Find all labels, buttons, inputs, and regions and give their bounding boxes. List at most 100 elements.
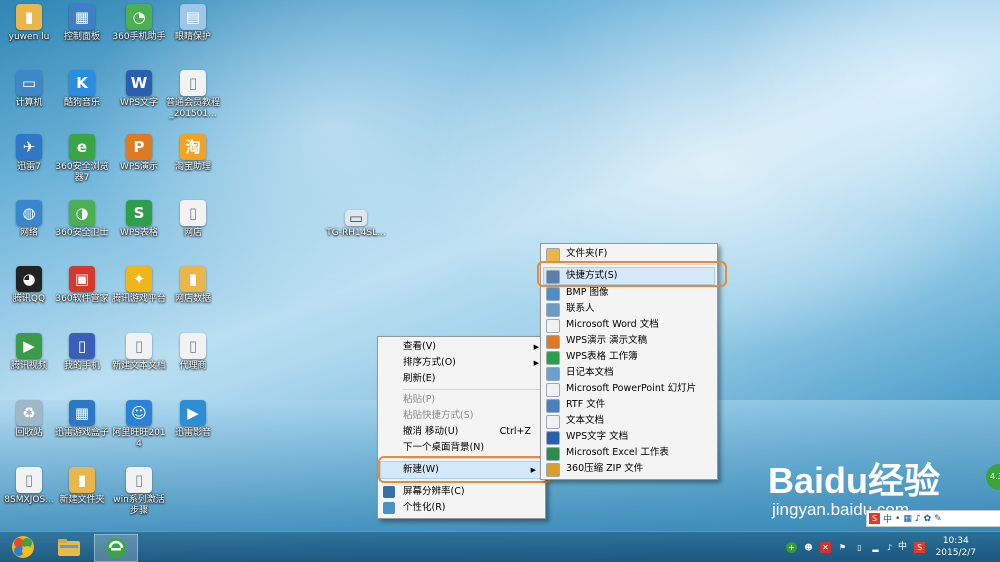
keyboard-icon[interactable]: ▦ [903,514,912,524]
desktop-icon-label: 腾讯视频 [10,361,47,371]
new-menu-item[interactable]: Microsoft Word 文档 [541,317,717,333]
desktop-icon[interactable]: ▶ 迅雷影音 [164,400,222,439]
desktop-icon[interactable]: ♻ 回收站 [0,400,58,439]
desktop-icon[interactable]: ◕ 腾讯QQ [0,266,58,305]
text-document-icon [546,415,560,429]
desktop-icon[interactable]: e 360安全浏览器7 [53,134,111,184]
taskbar-clock[interactable]: 10:34 2015/2/7 [936,535,976,559]
desktop-icon[interactable]: W WPS文字 [110,70,168,109]
desktop-icon[interactable]: ▣ 360软件管家 [53,266,111,305]
360-tray-icon[interactable]: + [786,542,797,553]
menu-item-label: 排序方式(O) [403,357,456,368]
desktop-icon[interactable]: ▦ 控制面板 [53,4,111,43]
desktop-icon[interactable]: ▮ 新建文件夹 [53,467,111,506]
desktop-icon[interactable]: P WPS演示 [110,134,168,173]
360-browser-icon: e [69,134,95,160]
desktop-icon[interactable]: ▦ 迅雷游戏盒子 [53,400,111,439]
new-menu-item[interactable]: WPS表格 工作簿 [541,349,717,365]
document-icon: ▯ [180,333,206,359]
new-menu-item[interactable]: WPS演示 演示文稿 [541,333,717,349]
text-document-icon: ▯ [126,333,152,359]
new-menu-item[interactable]: Microsoft Excel 工作表 [541,445,717,461]
wps-writer-icon: W [126,70,152,96]
menu-item-label: 文件夹(F) [566,248,608,259]
desktop-icon-label: 360软件管家 [55,294,109,304]
new-menu-item[interactable]: BMP 图像 [541,285,717,301]
start-button[interactable] [2,534,44,560]
desktop-icon[interactable]: ▶ 腾讯视频 [0,333,58,372]
desktop-icon[interactable]: ▯ win系列激活步骤 [110,467,168,517]
desktop-icon[interactable]: ▯ 普通会员教程_201501... [164,70,222,120]
desktop-icon[interactable]: ▤ 眼睛保护 [164,4,222,43]
tools-icon[interactable]: ✎ [934,514,942,524]
ime-indicator[interactable]: 中 [897,542,908,553]
voice-icon[interactable]: ♪ [915,514,921,524]
skin-icon[interactable]: ✿ [924,514,932,524]
new-menu-item[interactable]: 快捷方式(S) [543,267,715,285]
network-signal-icon[interactable]: ▂ [870,542,881,553]
desktop-icon[interactable]: ✦ 腾讯游戏平台 [110,266,168,305]
desktop-icon[interactable]: ☺ 阿里旺旺2014 [110,400,168,450]
new-menu-item[interactable]: 联系人 [541,301,717,317]
taskbar-360-browser[interactable] [94,534,138,562]
user-tray-icon[interactable]: ☻ [803,542,814,553]
rtf-icon [546,399,560,413]
desktop-icon-label: 迅雷7 [17,162,41,172]
menu-item-paste[interactable]: 粘贴(P) [378,392,545,408]
ime-toolbar[interactable]: S 中 • ▦ ♪ ✿ ✎ [866,510,1000,527]
desktop-icon[interactable]: ▯ 代理商 [164,333,222,372]
new-menu-item[interactable]: 文件夹(F) [541,246,717,262]
desktop-icon[interactable]: ▯ 新建文本文档 [110,333,168,372]
menu-item-sort-by[interactable]: 排序方式(O) ▶ [378,355,545,371]
desktop-icon-label: 普通会员教程_201501... [165,98,220,119]
new-menu-item[interactable]: 文本文档 [541,413,717,429]
volume-icon[interactable]: ♪ [884,542,895,553]
desktop-icon[interactable]: ▮ 网店数据 [164,266,222,305]
flag-tray-icon[interactable]: ✕ [820,542,831,553]
ime-mode-label[interactable]: 中 [883,512,892,525]
desktop-icon[interactable]: 淘淘宝助理 [164,134,222,173]
360-security-icon: ◑ [69,200,95,226]
desktop-icon[interactable]: K 酷狗音乐 [53,70,111,109]
punctuation-icon[interactable]: • [895,514,900,524]
desktop-icon[interactable]: S WPS表格 [110,200,168,239]
menu-item-personalize[interactable]: 个性化(R) [378,500,545,516]
new-menu-item[interactable]: RTF 文件 [541,397,717,413]
desktop-icon[interactable]: ▮ yuwen lu [0,4,58,43]
menu-item-next-background[interactable]: 下一个桌面背景(N) [378,440,545,456]
desktop-icon[interactable]: ▯ 网店 [164,200,222,239]
computer-icon: ▭ [16,70,42,96]
menu-item-label: Microsoft PowerPoint 幻灯片 [566,383,697,394]
sogou-tray-icon[interactable]: S [914,542,925,553]
desktop-icon[interactable]: ▭ 计算机 [0,70,58,109]
menu-item-new[interactable]: 新建(W) ▶ [380,461,543,479]
battery-icon[interactable]: ▯ [854,542,865,553]
personalize-icon [383,502,395,514]
menu-item-screen-resolution[interactable]: 屏幕分辨率(C) [378,484,545,500]
new-menu-item[interactable]: 360压缩 ZIP 文件 [541,461,717,477]
menu-item-view[interactable]: 查看(V) ▶ [378,339,545,355]
desktop-icon[interactable]: ▯ 8SMXJOS... [0,467,58,506]
desktop-icon[interactable]: ▯ 我的手机 [53,333,111,372]
desktop-icon[interactable]: ✈ 迅雷7 [0,134,58,173]
desktop-icon-printer-shortcut[interactable]: ▭ TG-RH14SL... [326,210,386,239]
new-menu-item[interactable]: Microsoft PowerPoint 幻灯片 [541,381,717,397]
desktop-icon[interactable]: ◑ 360安全卫士 [53,200,111,239]
desktop-icon-label: 360安全卫士 [55,228,109,238]
display-icon [383,486,395,498]
360-software-manager-icon: ▣ [69,266,95,292]
new-menu-item[interactable]: WPS文字 文档 [541,429,717,445]
menu-item-label: Microsoft Word 文档 [566,319,659,330]
new-menu-item[interactable]: 日记本文档 [541,365,717,381]
folder-icon: ▮ [69,467,95,493]
action-center-icon[interactable]: ⚑ [837,542,848,553]
desktop-icon[interactable]: ◍ 网络 [0,200,58,239]
desktop-icon[interactable]: ◔ 360手机助手 [110,4,168,43]
taskbar-file-explorer[interactable] [48,534,90,560]
desktop-icon-label: 迅雷游戏盒子 [54,428,109,438]
desktop-icon-label: 眼睛保护 [174,32,211,42]
menu-item-refresh[interactable]: 刷新(E) [378,371,545,387]
menu-item-paste-shortcut[interactable]: 粘贴快捷方式(S) [378,408,545,424]
menu-item-undo-move[interactable]: 撤消 移动(U) Ctrl+Z [378,424,545,440]
menu-item-label: WPS表格 工作簿 [566,351,638,362]
